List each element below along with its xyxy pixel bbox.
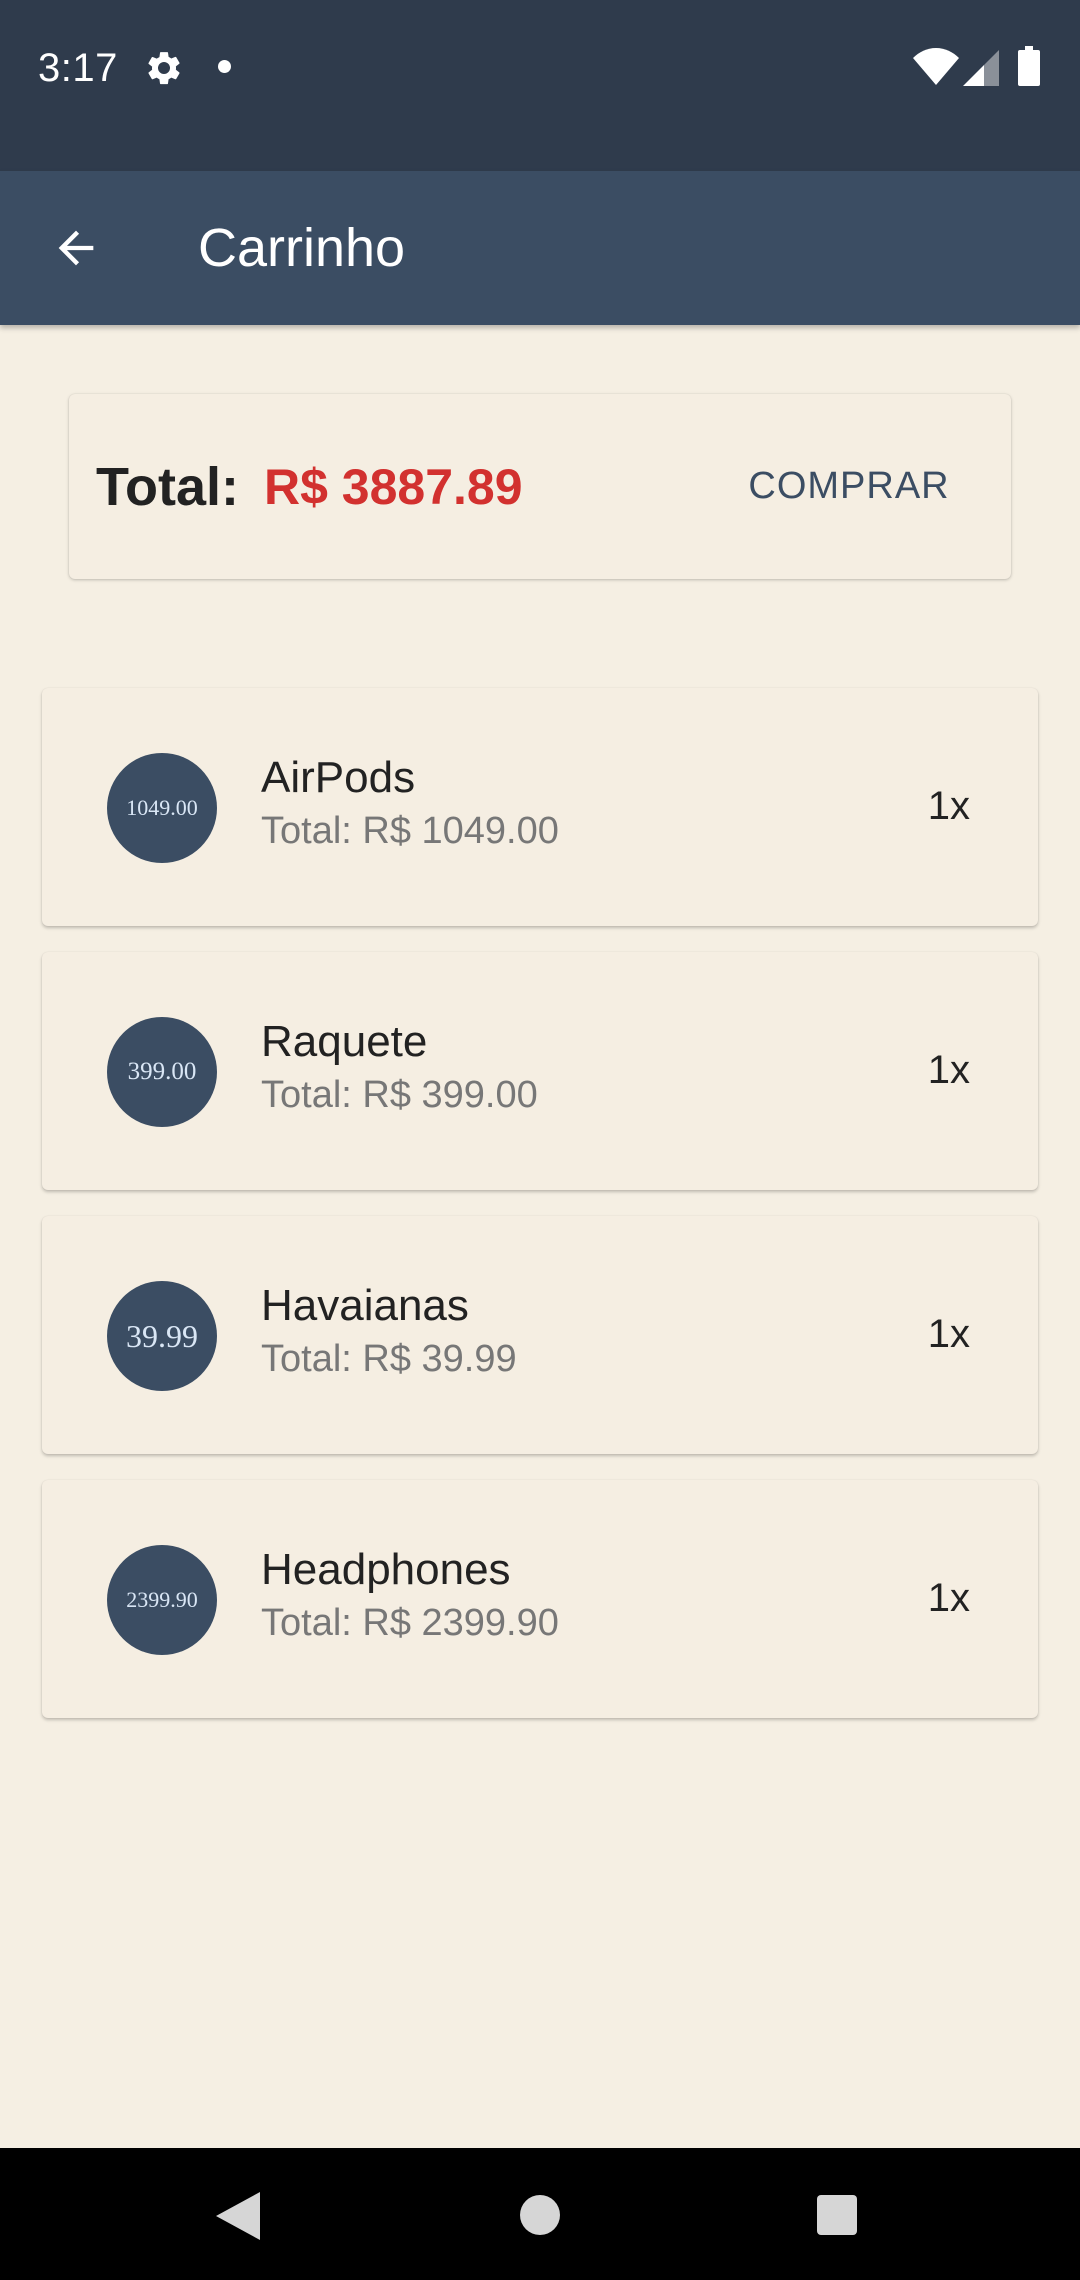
cart-item[interactable]: 1049.00 AirPods Total: R$ 1049.00 1x bbox=[42, 688, 1038, 926]
home-circle-icon[interactable] bbox=[520, 2195, 560, 2235]
recents-square-icon[interactable] bbox=[817, 2195, 857, 2235]
item-total: Total: R$ 39.99 bbox=[261, 1338, 517, 1380]
signal-icon bbox=[963, 50, 999, 86]
price-avatar: 2399.90 bbox=[107, 1545, 217, 1655]
item-name: Havaianas bbox=[261, 1281, 469, 1330]
item-total: Total: R$ 399.00 bbox=[261, 1074, 538, 1116]
item-name: Raquete bbox=[261, 1017, 428, 1066]
app-bar: Carrinho bbox=[0, 171, 1080, 325]
status-time: 3:17 bbox=[38, 46, 118, 90]
back-button[interactable] bbox=[36, 208, 116, 288]
buy-button[interactable]: COMPRAR bbox=[729, 446, 969, 526]
item-quantity: 1x bbox=[927, 1048, 970, 1092]
price-avatar: 399.00 bbox=[107, 1017, 217, 1127]
status-bar: 3:17 bbox=[0, 0, 1080, 171]
item-quantity: 1x bbox=[927, 784, 970, 828]
total-card: Total: R$ 3887.89 COMPRAR bbox=[69, 394, 1011, 579]
system-nav-bar bbox=[0, 2148, 1080, 2280]
total-value: R$ 3887.89 bbox=[264, 459, 523, 515]
cart-item[interactable]: 399.00 Raquete Total: R$ 399.00 1x bbox=[42, 952, 1038, 1190]
item-quantity: 1x bbox=[927, 1312, 970, 1356]
page-title: Carrinho bbox=[198, 218, 406, 278]
battery-icon bbox=[1018, 46, 1040, 86]
cart-item[interactable]: 39.99 Havaianas Total: R$ 39.99 1x bbox=[42, 1216, 1038, 1454]
wifi-icon bbox=[913, 48, 959, 85]
arrow-left-icon bbox=[58, 230, 94, 266]
cart-item[interactable]: 2399.90 Headphones Total: R$ 2399.90 1x bbox=[42, 1480, 1038, 1718]
price-avatar: 1049.00 bbox=[107, 753, 217, 863]
price-avatar: 39.99 bbox=[107, 1281, 217, 1391]
item-quantity: 1x bbox=[927, 1576, 970, 1620]
item-total: Total: R$ 1049.00 bbox=[261, 810, 559, 852]
notification-dot-icon bbox=[218, 60, 231, 73]
total-label: Total: bbox=[96, 457, 239, 517]
item-total: Total: R$ 2399.90 bbox=[261, 1602, 559, 1644]
item-name: Headphones bbox=[261, 1545, 511, 1594]
back-triangle-icon[interactable] bbox=[216, 2192, 260, 2240]
item-name: AirPods bbox=[261, 753, 416, 802]
gear-icon bbox=[148, 52, 180, 85]
